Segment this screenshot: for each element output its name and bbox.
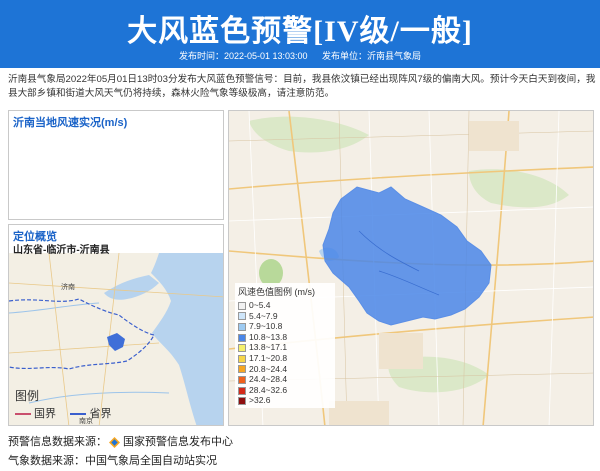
- wind-swatch: [238, 333, 246, 342]
- wind-swatch: [238, 365, 246, 374]
- wind-swatch: [238, 354, 246, 363]
- wind-legend-item: 17.1~20.8: [238, 353, 332, 364]
- wind-legend-item: 0~5.4: [238, 300, 332, 311]
- weather-source: 气象数据来源：中国气象局全国自动站实况: [8, 455, 217, 467]
- legend-country-border: 国界: [15, 405, 56, 421]
- wind-swatch: [238, 322, 246, 331]
- wind-speed-panel: 沂南当地风速实况(m/s): [8, 110, 224, 220]
- wind-legend-title: 风速色值图例 (m/s): [238, 287, 315, 297]
- publish-time: 发布时间：2022-05-01 13:03:00: [178, 51, 308, 61]
- location-legend: 图例 国界 省界: [15, 387, 135, 422]
- warning-header: 大风蓝色预警[IV级/一般] 发布时间：2022-05-01 13:03:00 …: [0, 0, 600, 68]
- wind-swatch: [238, 344, 246, 353]
- wind-speed-title: 沂南当地风速实况(m/s): [13, 117, 128, 129]
- wind-warning-map-panel[interactable]: 风速色值图例 (m/s) 0~5.4 5.4~7.9 7.9~10.8 10.8…: [228, 110, 594, 426]
- location-path: 山东省-临沂市-沂南县: [13, 245, 110, 256]
- wind-speed-legend: 风速色值图例 (m/s) 0~5.4 5.4~7.9 7.9~10.8 10.8…: [235, 283, 335, 408]
- wind-legend-item: 13.8~17.1: [238, 342, 332, 353]
- warning-source-link[interactable]: 国家预警信息发布中心: [123, 436, 233, 448]
- wind-legend-item: 7.9~10.8: [238, 321, 332, 332]
- wind-legend-item: 5.4~7.9: [238, 311, 332, 322]
- map-label-jinan: 济南: [61, 282, 75, 291]
- warning-source: 预警信息数据来源： 国家预警信息发布中心: [8, 433, 233, 449]
- country-border-swatch: [15, 413, 31, 416]
- warning-source-label: 预警信息数据来源：: [8, 436, 107, 448]
- location-overview-panel: 定位概览 山东省-临沂市-沂南县 济南 南京 图例 国界 省界: [8, 224, 224, 426]
- wind-legend-item: 28.4~32.6: [238, 385, 332, 396]
- wind-legend-item: 10.8~13.8: [238, 332, 332, 343]
- publisher: 发布单位：沂南县气象局: [322, 51, 422, 61]
- warning-meta: 发布时间：2022-05-01 13:03:00 发布单位：沂南县气象局: [0, 49, 600, 62]
- wind-legend-item: >32.6: [238, 395, 332, 406]
- warning-description: 沂南县气象局2022年05月01日13时03分发布大风蓝色预警信号：目前，我县依…: [8, 74, 596, 99]
- location-legend-title: 图例: [15, 389, 40, 403]
- warning-title: 大风蓝色预警[IV级/一般]: [127, 15, 473, 48]
- wind-swatch: [238, 301, 246, 310]
- wind-legend-item: 20.8~24.4: [238, 364, 332, 375]
- wind-legend-item: 24.4~28.4: [238, 374, 332, 385]
- diamond-logo-icon: [109, 436, 120, 448]
- province-border-swatch: [70, 413, 87, 416]
- wind-swatch: [238, 375, 246, 384]
- legend-province-border: 省界: [70, 405, 111, 421]
- wind-swatch: [238, 397, 246, 406]
- wind-swatch: [238, 386, 246, 395]
- wind-swatch: [238, 312, 246, 321]
